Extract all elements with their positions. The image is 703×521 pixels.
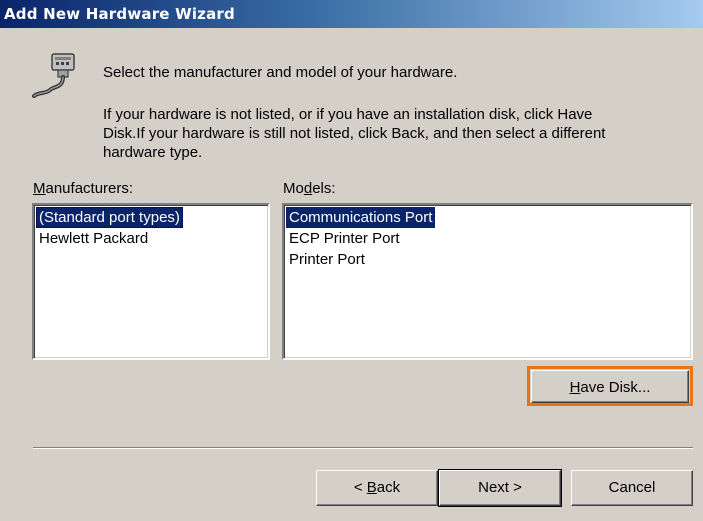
model-item-ecp-printer-port[interactable]: ECP Printer Port bbox=[286, 228, 689, 249]
serial-port-cable-icon bbox=[32, 53, 75, 98]
button-separator bbox=[33, 447, 693, 449]
cancel-button[interactable]: Cancel bbox=[571, 470, 693, 506]
back-button[interactable]: < Back bbox=[316, 470, 438, 506]
instruction-line-3: hardware type. bbox=[103, 144, 203, 161]
wizard-window: Add New Hardware Wizard Select the manuf… bbox=[0, 0, 703, 521]
next-button[interactable]: Next > bbox=[438, 469, 562, 507]
model-item-printer-port[interactable]: Printer Port bbox=[286, 249, 689, 270]
next-label: Next > bbox=[478, 479, 522, 496]
back-label: ack bbox=[376, 479, 401, 496]
instruction-line-1: If your hardware is not listed, or if yo… bbox=[103, 106, 593, 123]
back-accel: B bbox=[366, 479, 377, 496]
models-label-accel: d bbox=[303, 180, 313, 197]
window-title: Add New Hardware Wizard bbox=[4, 5, 235, 23]
manufacturer-item-hewlett-packard[interactable]: Hewlett Packard bbox=[36, 228, 266, 249]
models-label-rest: els: bbox=[312, 180, 336, 197]
models-list[interactable]: Communications Port ECP Printer Port Pri… bbox=[282, 203, 693, 360]
manufacturer-item-standard[interactable]: (Standard port types) bbox=[36, 207, 183, 228]
manufacturers-list[interactable]: (Standard port types) Hewlett Packard bbox=[32, 203, 270, 360]
title-bar[interactable]: Add New Hardware Wizard bbox=[0, 0, 703, 28]
back-prefix: < bbox=[353, 479, 367, 496]
models-label-prefix: Mo bbox=[283, 180, 304, 197]
model-item-communications-port[interactable]: Communications Port bbox=[286, 207, 436, 228]
manufacturers-label-accel: M bbox=[33, 180, 46, 197]
have-disk-highlight-box bbox=[527, 366, 693, 406]
manufacturers-label-rest: anufacturers: bbox=[45, 180, 134, 197]
instruction-line-2: Disk.If your hardware is still not liste… bbox=[103, 125, 606, 142]
instruction-primary: Select the manufacturer and model of you… bbox=[103, 64, 458, 81]
cancel-label: Cancel bbox=[608, 479, 656, 496]
models-label: Models: bbox=[283, 180, 336, 198]
manufacturers-label: Manufacturers: bbox=[33, 180, 133, 198]
